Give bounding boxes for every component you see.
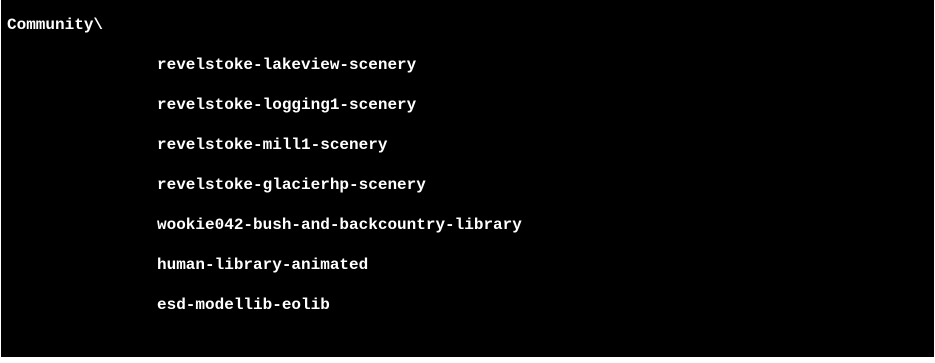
folder-name: Community\ bbox=[7, 16, 104, 34]
list-item: revelstoke-mill1-scenery bbox=[157, 136, 388, 154]
list-item: revelstoke-logging1-scenery bbox=[157, 96, 417, 114]
list-item: revelstoke-glacierhp-scenery bbox=[157, 176, 426, 194]
list-item: revelstoke-lakeview-scenery bbox=[157, 56, 417, 74]
list-item: wookie042-bush-and-backcountry-library bbox=[157, 216, 522, 234]
terminal-window: Community\ revelstoke-lakeview-scenery r… bbox=[1, 0, 934, 357]
list-item: esd-modellib-eolib bbox=[157, 296, 330, 314]
folder-listing: revelstoke-lakeview-scenery revelstoke-l… bbox=[157, 55, 522, 335]
list-item: human-library-animated bbox=[157, 256, 369, 274]
